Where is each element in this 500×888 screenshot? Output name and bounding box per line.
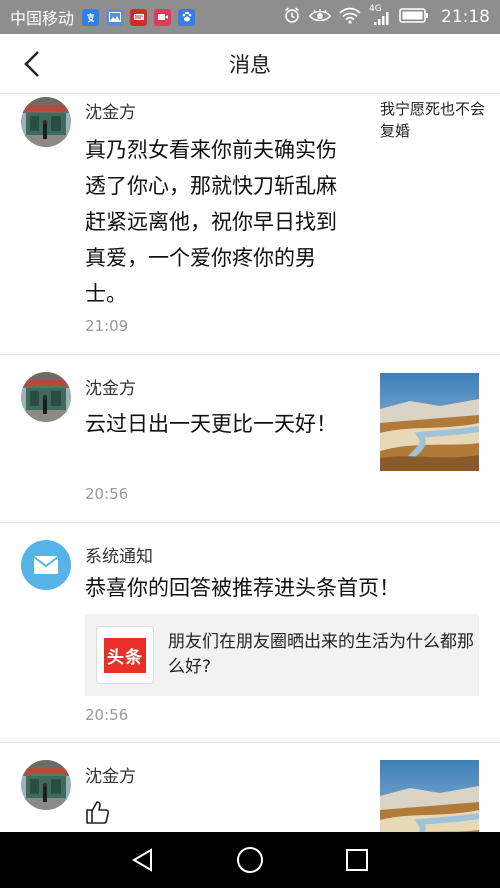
status-time: 21:18	[441, 7, 490, 27]
signal-icon: 4G	[369, 4, 391, 26]
eye-comfort-icon	[309, 8, 331, 27]
home-nav-button[interactable]	[230, 840, 270, 880]
alipay-app-icon	[82, 8, 100, 26]
wifi-icon	[339, 7, 361, 28]
system-nav-bar	[0, 832, 500, 888]
article-title: 朋友们在朋友圈晒出来的生活为什么都那么好?	[168, 632, 474, 677]
status-bar: 中国移动 4G 21:18	[0, 0, 500, 34]
triangle-back-icon	[132, 848, 153, 872]
gallery-app-icon	[106, 8, 124, 26]
message-time: 20:56	[85, 706, 129, 724]
quoted-reply[interactable]: 我宁愿死也不会复婚	[380, 98, 485, 142]
header-bar: 消息	[0, 34, 500, 94]
sender-name: 系统通知	[85, 547, 153, 567]
recents-nav-button[interactable]	[337, 840, 377, 880]
message-item[interactable]: 沈金方 真乃烈女看来你前夫确实伤透了你心，那就快刀斩乱麻赶紧远离他，祝你早日找到…	[0, 94, 500, 355]
avatar[interactable]	[21, 760, 71, 810]
circle-home-icon	[236, 847, 263, 873]
thumbs-up-icon	[85, 799, 111, 829]
message-text: 云过日出一天更比一天好！	[85, 412, 337, 436]
message-text: 恭喜你的回答被推荐进头条首页！	[85, 576, 400, 600]
article-card[interactable]: 头条 朋友们在朋友圈晒出来的生活为什么都那么好?	[85, 614, 479, 696]
baidu-app-icon	[178, 8, 196, 26]
sender-name: 沈金方	[85, 103, 136, 123]
back-button[interactable]	[14, 46, 50, 82]
landscape-thumbnail[interactable]	[380, 760, 479, 832]
message-list[interactable]: 沈金方 真乃烈女看来你前夫确实伤透了你心，那就快刀斩乱麻赶紧远离他，祝你早日找到…	[0, 94, 500, 832]
chevron-left-icon	[24, 51, 39, 77]
carrier-name: 中国移动	[10, 9, 75, 28]
message-item[interactable]: 沈金方 云过日出一天更比一天好！ 20:56	[0, 355, 500, 523]
avatar	[21, 540, 71, 590]
mail-icon	[33, 556, 59, 574]
battery-icon	[399, 7, 429, 27]
alarm-icon	[283, 6, 301, 28]
sender-name: 沈金方	[85, 767, 136, 787]
avatar[interactable]	[21, 372, 71, 422]
message-time: 21:09	[85, 317, 129, 335]
square-recents-icon	[345, 849, 368, 871]
page-title: 消息	[229, 52, 271, 77]
message-time: 20:56	[85, 485, 129, 503]
notification-item[interactable]: 系统通知 恭喜你的回答被推荐进头条首页！ 头条 朋友们在朋友圈晒出来的生活为什么…	[0, 523, 500, 743]
sender-name: 沈金方	[85, 379, 136, 399]
video-app-icon	[154, 8, 172, 26]
toutiao-logo: 头条	[96, 626, 154, 684]
avatar[interactable]	[21, 97, 71, 147]
back-nav-button[interactable]	[123, 840, 163, 880]
message-text: 真乃烈女看来你前夫确实伤透了你心，那就快刀斩乱麻赶紧远离他，祝你早日找到真爱，一…	[85, 138, 337, 306]
landscape-thumbnail[interactable]	[380, 373, 479, 471]
netease-news-app-icon	[130, 8, 148, 26]
status-icons: 4G 21:18	[283, 4, 490, 28]
message-item[interactable]: 沈金方	[0, 743, 500, 832]
